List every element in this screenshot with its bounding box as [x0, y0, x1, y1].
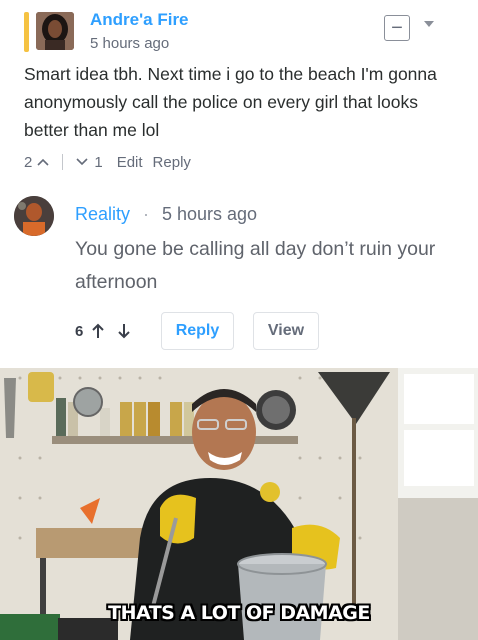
vote-count: 6 [75, 322, 84, 340]
comment-text: Smart idea tbh. Next time i go to the be… [24, 64, 437, 140]
downvote-count: 1 [94, 153, 103, 171]
meme-image: THATS A LOT OF DAMAGE [0, 368, 478, 640]
meme-caption: THATS A LOT OF DAMAGE [108, 602, 370, 624]
avatar-image [36, 12, 74, 50]
avatar-image [14, 196, 54, 236]
comment-author[interactable]: Andre'a Fire [90, 10, 189, 30]
new-comment-indicator [24, 12, 29, 52]
chevron-down-icon [76, 158, 88, 166]
view-button[interactable]: View [253, 312, 319, 350]
comment-author[interactable]: Reality [75, 204, 130, 225]
avatar[interactable] [14, 196, 54, 236]
edit-link[interactable]: Edit [117, 154, 143, 171]
downvote-button[interactable]: 1 [75, 153, 103, 171]
arrow-up-icon [92, 323, 105, 338]
vote-divider [62, 154, 64, 170]
upvote-button[interactable] [91, 323, 105, 339]
vote-controls: 6 [75, 318, 131, 344]
comment-andrea-fire: Andre'a Fire 5 hours ago − Smart idea tb… [0, 0, 478, 178]
minus-icon: − [391, 17, 403, 39]
collapse-button[interactable]: − [384, 15, 410, 41]
reply-link[interactable]: Reply [153, 154, 191, 171]
upvote-button[interactable]: 2 [24, 154, 50, 171]
chevron-down-icon[interactable] [424, 21, 434, 27]
comment-reality: Reality · 5 hours ago You gone be callin… [0, 178, 478, 366]
meme-scene-illustration [0, 368, 478, 640]
downvote-button[interactable] [117, 323, 131, 339]
chevron-up-icon [37, 158, 49, 166]
comment-actions: 2 1 Edit Reply [24, 151, 191, 173]
reply-button[interactable]: Reply [161, 312, 234, 350]
arrow-down-icon [118, 324, 131, 339]
comment-timestamp[interactable]: 5 hours ago [162, 204, 257, 225]
comment-text: You gone be calling all day don’t ruin y… [75, 238, 436, 293]
upvote-count: 2 [24, 153, 33, 171]
meta-separator: · [143, 204, 149, 224]
avatar[interactable] [36, 12, 74, 50]
comment-timestamp[interactable]: 5 hours ago [90, 35, 169, 52]
